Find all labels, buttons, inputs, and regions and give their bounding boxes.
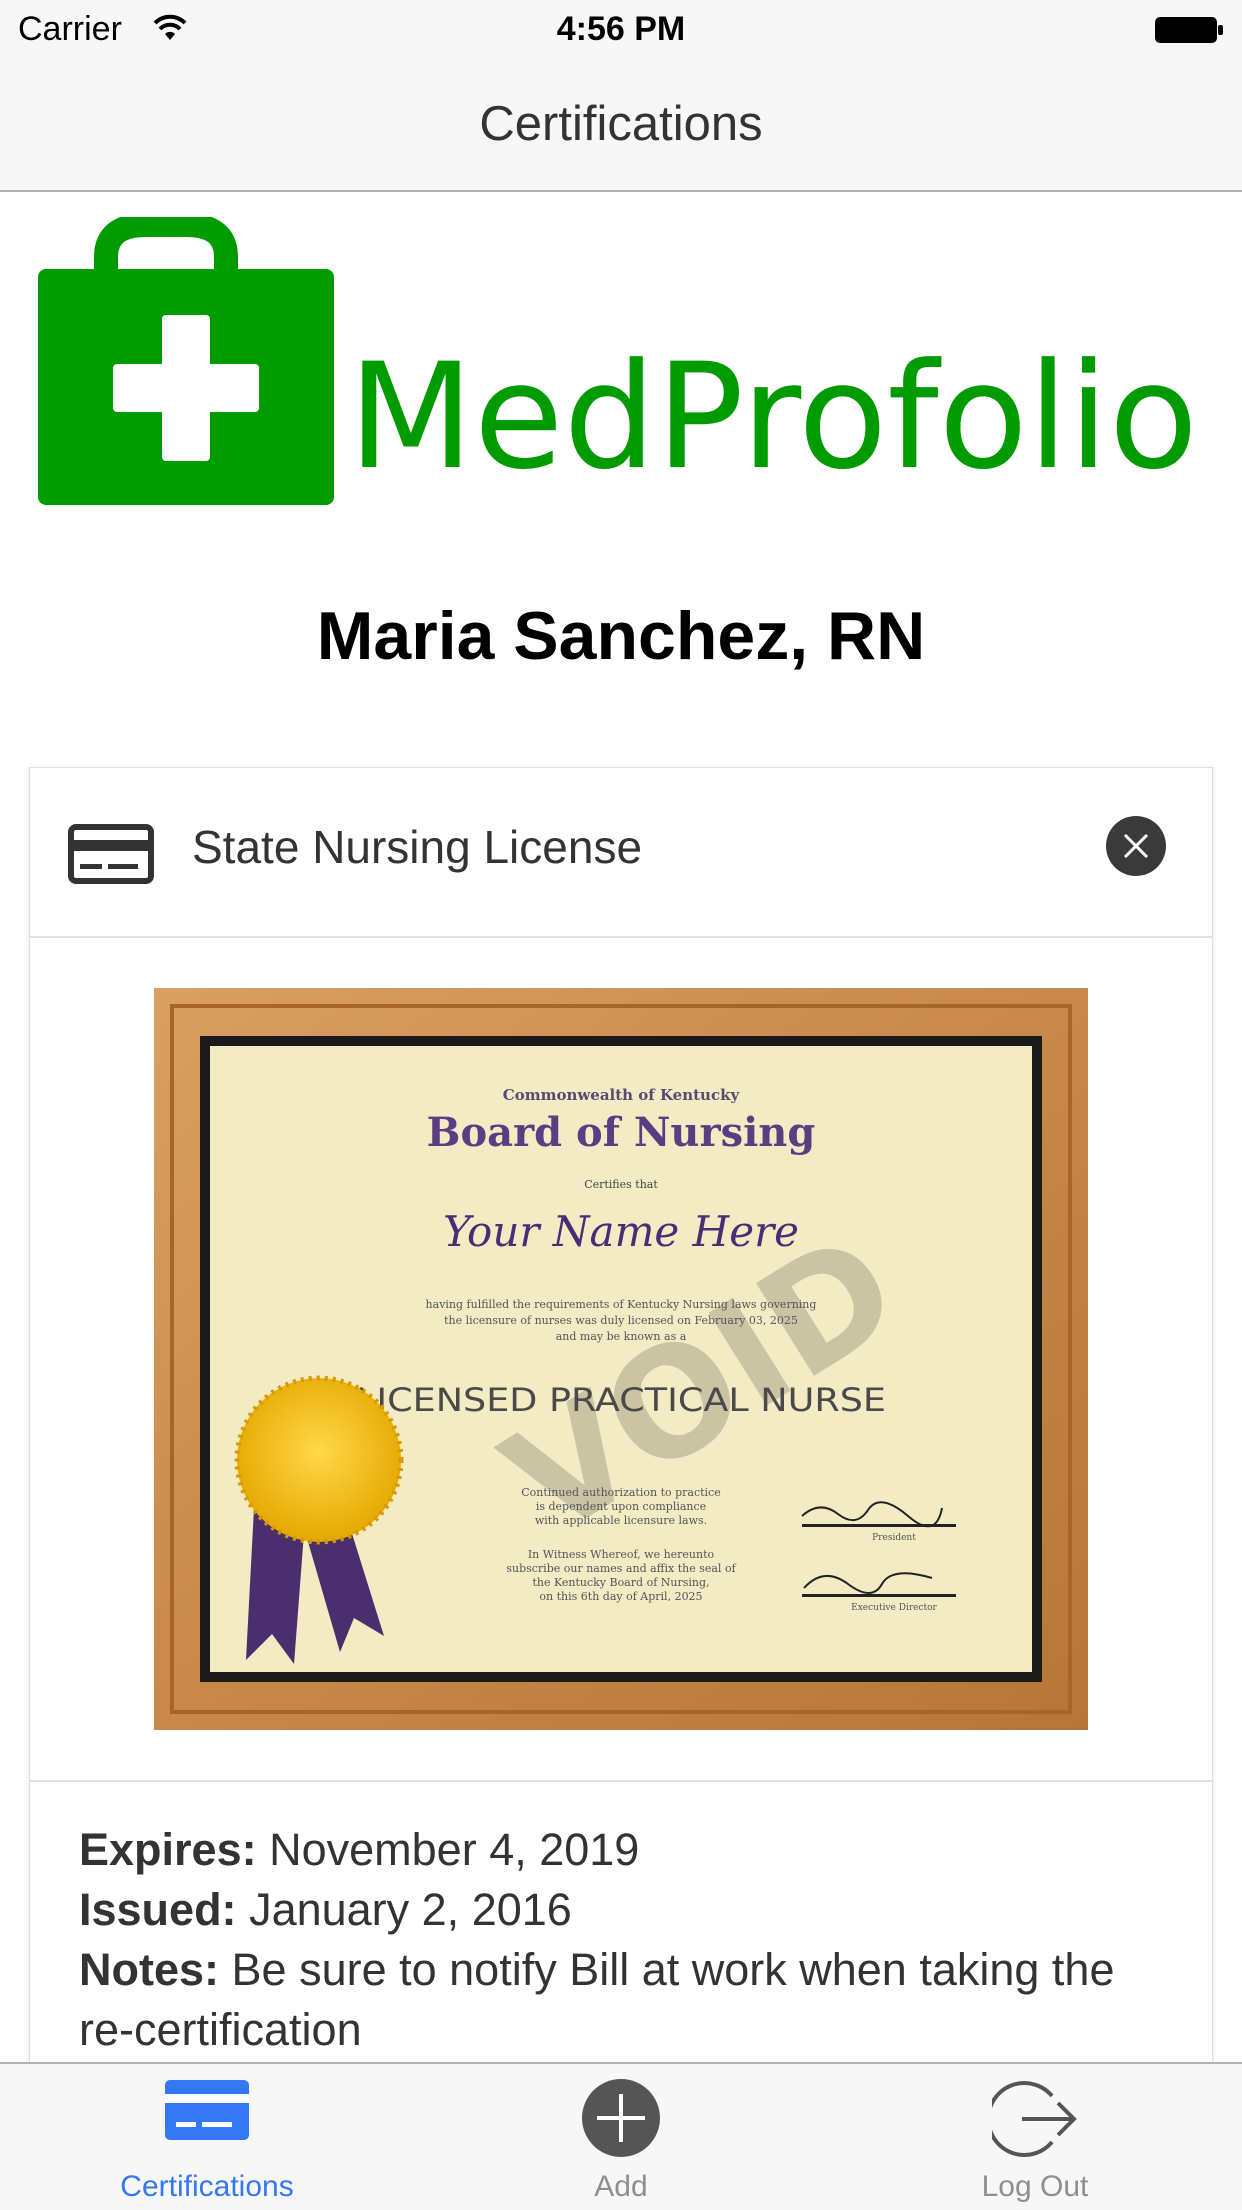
expires-label: Expires:: [79, 1824, 257, 1875]
profile-name: Maria Sanchez, RN: [316, 598, 926, 674]
svg-text:Your Name Here: Your Name Here: [443, 1207, 799, 1256]
svg-text:having fulfilled the requireme: having fulfilled the requirements of Ken…: [426, 1298, 817, 1311]
credit-card-icon: [165, 2080, 249, 2140]
tab-certifications[interactable]: Certifications: [0, 2064, 414, 2210]
certification-details: Expires: November 4, 2019 Issued: Januar…: [79, 1820, 1179, 2060]
close-icon: [1123, 833, 1149, 859]
issued-value: January 2, 2016: [249, 1884, 572, 1935]
delete-certification-button[interactable]: [1106, 816, 1166, 876]
svg-text:the licensure of nurses was du: the licensure of nurses was duly license…: [444, 1314, 798, 1327]
notes-row: Notes: Be sure to notify Bill at work wh…: [79, 1940, 1179, 2060]
logo-text: MedProfolio: [348, 332, 1198, 502]
certificate-image[interactable]: VOID Commonwealth of Kentucky Board of N…: [154, 988, 1088, 1730]
card-header[interactable]: State Nursing License: [30, 768, 1212, 938]
expires-row: Expires: November 4, 2019: [79, 1820, 1179, 1880]
tab-add[interactable]: Add: [414, 2064, 828, 2210]
status-bar: Carrier 4:56 PM: [0, 0, 1242, 62]
certificate-image-area[interactable]: VOID Commonwealth of Kentucky Board of N…: [30, 938, 1212, 1782]
svg-text:Commonwealth of Kentucky: Commonwealth of Kentucky: [503, 1086, 741, 1104]
issued-label: Issued:: [79, 1884, 237, 1935]
tab-label-add: Add: [594, 2170, 648, 2203]
main-content[interactable]: MedProfolio Maria Sanchez, RN State Nurs…: [0, 192, 1242, 2062]
svg-text:the Kentucky Board of Nursing,: the Kentucky Board of Nursing,: [532, 1576, 709, 1589]
status-time: 4:56 PM: [556, 10, 686, 48]
battery-icon: [1155, 17, 1223, 43]
logout-icon: [992, 2081, 1077, 2157]
notes-label: Notes:: [79, 1944, 220, 1995]
svg-text:Certifies that: Certifies that: [584, 1178, 658, 1191]
svg-text:with applicable licensure laws: with applicable licensure laws.: [535, 1514, 707, 1527]
issued-row: Issued: January 2, 2016: [79, 1880, 1179, 1940]
svg-text:Board of Nursing: Board of Nursing: [427, 1109, 816, 1156]
tab-label-certifications: Certifications: [120, 2170, 294, 2203]
tab-logout[interactable]: Log Out: [828, 2064, 1242, 2210]
credit-card-icon: [68, 824, 154, 884]
svg-text:In Witness Whereof, we hereunt: In Witness Whereof, we hereunto: [528, 1548, 715, 1561]
notes-value: Be sure to notify Bill at work when taki…: [79, 1944, 1115, 2055]
svg-text:President: President: [872, 1533, 916, 1543]
svg-text:LICENSED PRACTICAL NURSE: LICENSED PRACTICAL NURSE: [356, 1381, 886, 1419]
medprofolio-logo: MedProfolio: [38, 217, 1198, 505]
tab-bar: Certifications Add Log Out: [0, 2062, 1242, 2210]
svg-text:on this 6th day of April, 2025: on this 6th day of April, 2025: [539, 1590, 702, 1603]
page-title: Certifications: [479, 97, 763, 151]
navigation-bar: Certifications: [0, 62, 1242, 192]
svg-text:and may be known as a: and may be known as a: [556, 1330, 687, 1343]
tab-label-logout: Log Out: [981, 2170, 1089, 2203]
svg-text:subscribe our names and affix: subscribe our names and affix the seal o…: [506, 1562, 736, 1575]
svg-text:Executive Director: Executive Director: [851, 1603, 937, 1613]
certification-card[interactable]: State Nursing License VOID Commonwealth …: [29, 767, 1213, 2062]
card-title: State Nursing License: [192, 821, 643, 873]
expires-value: November 4, 2019: [269, 1824, 640, 1875]
plus-circle-icon: [582, 2079, 660, 2157]
svg-text:is dependent upon compliance: is dependent upon compliance: [536, 1500, 706, 1513]
svg-text:Continued authorization to pra: Continued authorization to practice: [521, 1486, 721, 1499]
